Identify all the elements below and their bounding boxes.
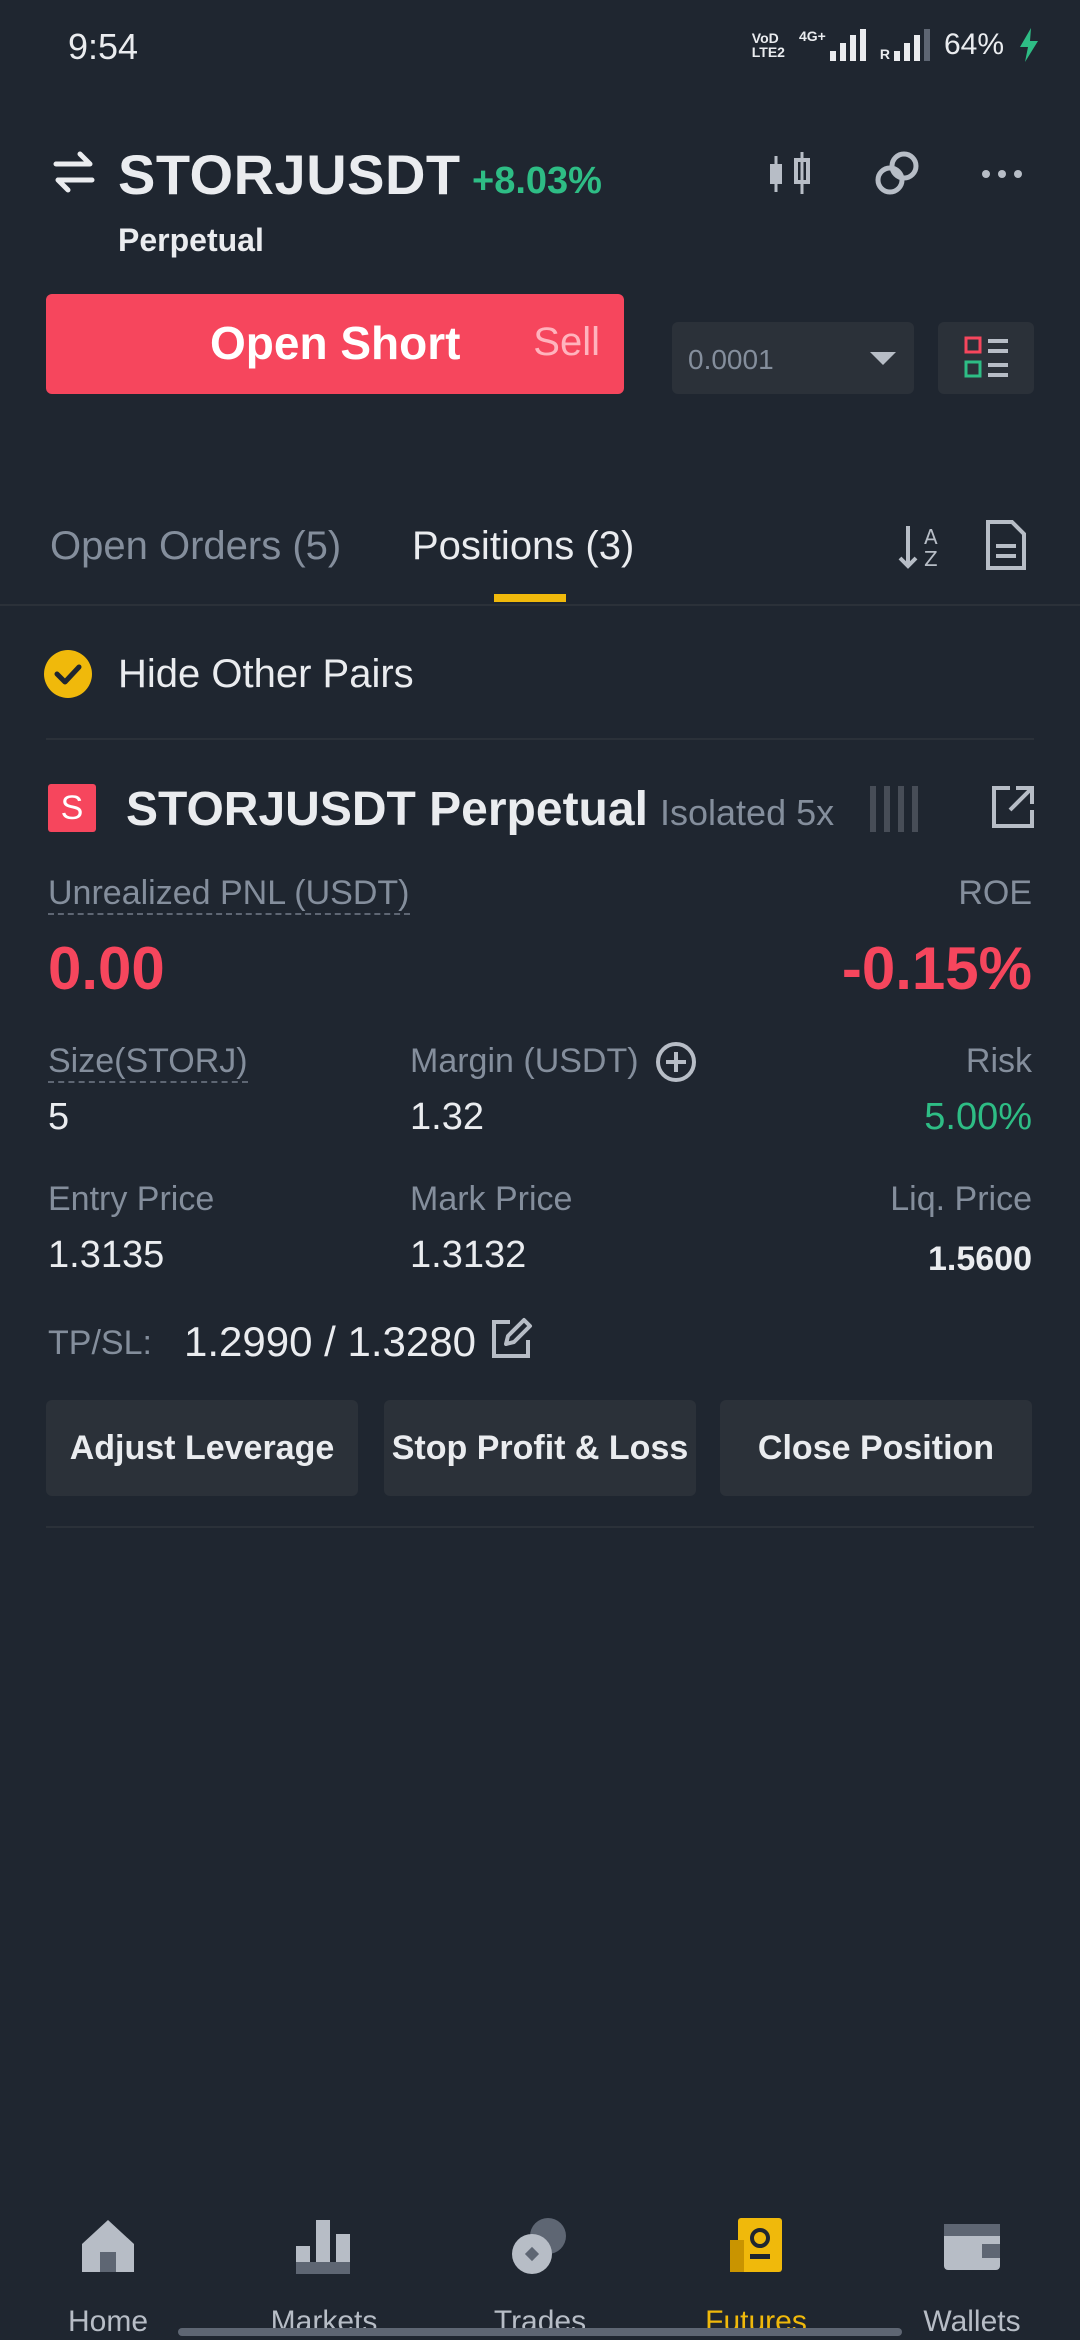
- roaming-signal: R: [880, 29, 930, 61]
- margin-value: 1.32: [410, 1096, 484, 1138]
- status-indicators: VoD LTE2 4G+ R 64%: [752, 28, 1040, 62]
- chevron-down-icon: [870, 352, 896, 365]
- futures-icon: [730, 2218, 782, 2272]
- svg-text:Z: Z: [924, 547, 938, 571]
- hide-other-pairs-label[interactable]: Hide Other Pairs: [118, 652, 414, 697]
- active-tab-indicator: [494, 594, 566, 602]
- status-time: 9:54: [68, 26, 139, 67]
- contract-type: Perpetual: [118, 222, 264, 258]
- entry-price-value: 1.3135: [48, 1234, 165, 1276]
- carrier-indicator: VoD LTE2: [752, 31, 785, 59]
- open-short-label: Open Short: [210, 317, 461, 369]
- tab-positions[interactable]: Positions (3): [412, 524, 634, 569]
- nav-wallets[interactable]: Wallets: [864, 2216, 1080, 2339]
- quantity-select[interactable]: 0.0001: [672, 322, 914, 394]
- check-icon: [54, 664, 82, 685]
- unrealized-pnl-value: 0.00: [48, 935, 165, 1002]
- short-side-badge: S: [48, 784, 96, 832]
- mark-price-label: Mark Price: [410, 1180, 573, 1218]
- nav-futures[interactable]: Futures: [648, 2216, 864, 2339]
- margin-label: Margin (USDT): [410, 1042, 639, 1080]
- mark-price-value: 1.3132: [410, 1234, 527, 1276]
- layout-list-icon: [964, 336, 1008, 378]
- tab-divider: [0, 604, 1080, 606]
- roe-label: ROE: [958, 874, 1032, 912]
- risk-label: Risk: [965, 1042, 1032, 1080]
- svg-text:A: A: [924, 525, 938, 549]
- position-title[interactable]: STORJUSDT Perpetual: [126, 782, 648, 837]
- adl-indicator-icon: [870, 786, 918, 832]
- network-type: 4G+: [798, 28, 826, 44]
- share-icon[interactable]: [988, 782, 1038, 832]
- roaming-signal-bars-icon: [893, 29, 930, 61]
- divider: [46, 1526, 1034, 1528]
- trades-icon: [512, 2218, 566, 2274]
- add-margin-icon[interactable]: [654, 1040, 698, 1084]
- margin-mode[interactable]: Isolated 5x: [660, 792, 834, 834]
- unrealized-pnl-label[interactable]: Unrealized PNL (USDT): [48, 874, 410, 915]
- carrier-line2: LTE2: [751, 44, 785, 60]
- size-label-text: Size(STORJ): [48, 1042, 248, 1083]
- size-label[interactable]: Size(STORJ): [48, 1042, 248, 1083]
- nav-trades[interactable]: Trades: [432, 2216, 648, 2339]
- link-icon[interactable]: [872, 148, 924, 200]
- carrier-line1: VoD: [751, 30, 779, 46]
- adjust-leverage-button[interactable]: Adjust Leverage: [46, 1400, 358, 1496]
- swap-icon[interactable]: [50, 148, 98, 196]
- open-short-button[interactable]: Open Short Sell: [46, 294, 624, 394]
- roe-value: -0.15%: [841, 935, 1032, 1002]
- edit-icon[interactable]: [488, 1316, 534, 1362]
- bolt-icon: [1020, 28, 1038, 62]
- more-icon[interactable]: [976, 148, 1028, 200]
- network-signal: 4G+: [799, 29, 866, 61]
- pair-title[interactable]: STORJUSDT: [118, 142, 461, 207]
- tab-open-orders[interactable]: Open Orders (5): [50, 524, 341, 569]
- tpsl-label: TP/SL:: [48, 1324, 152, 1362]
- candlestick-chart-icon[interactable]: [764, 148, 816, 200]
- nav-markets[interactable]: Markets: [216, 2216, 432, 2339]
- pair-change: +8.03%: [472, 160, 602, 202]
- close-position-button[interactable]: Close Position: [720, 1400, 1032, 1496]
- nav-home[interactable]: Home: [0, 2216, 216, 2339]
- layout-toggle-button[interactable]: [938, 322, 1034, 394]
- markets-icon: [296, 2220, 350, 2274]
- entry-price-label: Entry Price: [48, 1180, 215, 1218]
- tpsl-value: 1.2990 / 1.3280: [184, 1318, 476, 1365]
- gesture-bar[interactable]: [178, 2328, 902, 2336]
- liq-price-label: Liq. Price: [890, 1180, 1032, 1218]
- size-value: 5: [48, 1096, 70, 1138]
- battery-level: 64%: [943, 28, 1004, 61]
- liq-price-value: 1.5600: [928, 1240, 1032, 1278]
- hide-other-pairs-checkbox[interactable]: [44, 650, 92, 698]
- quantity-value: 0.0001: [688, 344, 774, 375]
- unrealized-pnl-label-text: Unrealized PNL (USDT): [48, 874, 410, 915]
- signal-bars-icon: [829, 29, 866, 61]
- sort-az-icon[interactable]: A Z: [896, 520, 948, 572]
- risk-value: 5.00%: [924, 1096, 1032, 1138]
- roaming-label: R: [879, 46, 890, 62]
- sell-label: Sell: [533, 320, 600, 364]
- home-icon: [82, 2220, 134, 2272]
- divider: [46, 738, 1034, 740]
- wallet-icon: [944, 2224, 1000, 2270]
- stop-profit-loss-button[interactable]: Stop Profit & Loss: [384, 1400, 696, 1496]
- document-icon[interactable]: [984, 518, 1028, 572]
